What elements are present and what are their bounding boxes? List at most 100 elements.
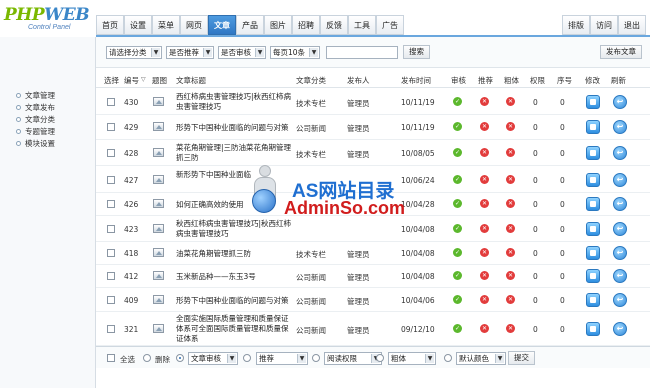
batch-recommend-select[interactable]: 推荐 ▼ bbox=[256, 352, 308, 365]
edit-icon[interactable] bbox=[586, 222, 600, 236]
audit-radio[interactable] bbox=[176, 354, 184, 362]
row-title[interactable]: 油菜花角期管理抓三防 bbox=[176, 249, 294, 259]
permission-radio[interactable] bbox=[312, 354, 320, 362]
search-input[interactable] bbox=[326, 46, 398, 59]
cross-icon[interactable]: ✕ bbox=[506, 248, 515, 257]
check-icon[interactable]: ✓ bbox=[453, 199, 462, 208]
category-select[interactable]: 请选择分类 ▼ bbox=[106, 46, 162, 59]
cross-icon[interactable]: ✕ bbox=[480, 248, 489, 257]
cross-icon[interactable]: ✕ bbox=[506, 148, 515, 157]
edit-icon[interactable] bbox=[586, 197, 600, 211]
batch-permission-select[interactable]: 阅读权限▼ bbox=[324, 352, 382, 365]
delete-radio[interactable] bbox=[143, 354, 151, 362]
tab-tools[interactable]: 工具 bbox=[348, 15, 376, 35]
sidebar-item-module-settings[interactable]: 模块设置 bbox=[16, 137, 55, 149]
cross-icon[interactable]: ✕ bbox=[480, 199, 489, 208]
row-title[interactable]: 全面实施国际质量管理和质量保证体系可全面国际质量管理和质量保证体系 bbox=[176, 314, 294, 344]
tab-articles[interactable]: 文章 bbox=[208, 15, 236, 35]
row-checkbox[interactable] bbox=[107, 200, 115, 208]
recommend-select[interactable]: 是否推荐 ▼ bbox=[166, 46, 214, 59]
row-title[interactable]: 菜花角期管理|三防油菜花角期管理抓三防 bbox=[176, 143, 294, 163]
cross-icon[interactable]: ✕ bbox=[480, 97, 489, 106]
check-icon[interactable]: ✓ bbox=[453, 97, 462, 106]
row-title[interactable]: 形势下中国种业面临的问题与对策 bbox=[176, 296, 294, 306]
check-icon[interactable]: ✓ bbox=[453, 271, 462, 280]
row-title[interactable]: 玉米新品种——东玉3号 bbox=[176, 272, 294, 282]
row-checkbox[interactable] bbox=[107, 296, 115, 304]
col-id[interactable]: 编号 bbox=[124, 75, 139, 86]
batch-bold-select[interactable]: 粗体 ▼ bbox=[388, 352, 436, 365]
cross-icon[interactable]: ✕ bbox=[506, 97, 515, 106]
cross-icon[interactable]: ✕ bbox=[506, 295, 515, 304]
check-icon[interactable]: ✓ bbox=[453, 295, 462, 304]
select-all-checkbox[interactable] bbox=[107, 354, 115, 362]
search-button[interactable]: 搜索 bbox=[403, 45, 430, 59]
check-icon[interactable]: ✓ bbox=[453, 122, 462, 131]
check-icon[interactable]: ✓ bbox=[453, 224, 462, 233]
cross-icon[interactable]: ✕ bbox=[480, 295, 489, 304]
row-checkbox[interactable] bbox=[107, 176, 115, 184]
edit-icon[interactable] bbox=[586, 173, 600, 187]
sort-icon[interactable]: ▽ bbox=[141, 76, 146, 83]
row-checkbox[interactable] bbox=[107, 272, 115, 280]
tab-home[interactable]: 首页 bbox=[96, 15, 124, 35]
cross-icon[interactable]: ✕ bbox=[480, 122, 489, 131]
per-page-select[interactable]: 每页10条 ▼ bbox=[270, 46, 320, 59]
tab-images[interactable]: 图片 bbox=[264, 15, 292, 35]
cross-icon[interactable]: ✕ bbox=[480, 148, 489, 157]
edit-icon[interactable] bbox=[586, 95, 600, 109]
cross-icon[interactable]: ✕ bbox=[480, 324, 489, 333]
row-checkbox[interactable] bbox=[107, 149, 115, 157]
check-icon[interactable]: ✓ bbox=[453, 324, 462, 333]
edit-icon[interactable] bbox=[586, 246, 600, 260]
tab-menu[interactable]: 菜单 bbox=[152, 15, 180, 35]
edit-icon[interactable] bbox=[586, 293, 600, 307]
publish-article-button[interactable]: 发布文章 bbox=[600, 45, 642, 59]
check-icon[interactable]: ✓ bbox=[453, 248, 462, 257]
batch-color-select[interactable]: 默认颜色 ▼ bbox=[456, 352, 506, 365]
cross-icon[interactable]: ✕ bbox=[480, 175, 489, 184]
cross-icon[interactable]: ✕ bbox=[506, 175, 515, 184]
refresh-icon[interactable]: ↩ bbox=[613, 322, 627, 336]
bold-radio[interactable] bbox=[376, 354, 384, 362]
check-icon[interactable]: ✓ bbox=[453, 175, 462, 184]
row-checkbox[interactable] bbox=[107, 225, 115, 233]
row-title[interactable]: 形势下中国种业面临的问题与对策 bbox=[176, 123, 294, 133]
cross-icon[interactable]: ✕ bbox=[506, 122, 515, 131]
check-icon[interactable]: ✓ bbox=[453, 148, 462, 157]
cross-icon[interactable]: ✕ bbox=[480, 271, 489, 280]
row-checkbox[interactable] bbox=[107, 123, 115, 131]
recommend-radio[interactable] bbox=[243, 354, 251, 362]
sidebar-item-topic-manage[interactable]: 专题管理 bbox=[16, 125, 55, 137]
row-checkbox[interactable] bbox=[107, 325, 115, 333]
edit-icon[interactable] bbox=[586, 146, 600, 160]
row-title[interactable]: 新形势下中国种业面临 bbox=[176, 170, 256, 180]
row-checkbox[interactable] bbox=[107, 249, 115, 257]
sidebar-item-article-publish[interactable]: 文章发布 bbox=[16, 101, 55, 113]
cross-icon[interactable]: ✕ bbox=[506, 199, 515, 208]
cross-icon[interactable]: ✕ bbox=[506, 271, 515, 280]
refresh-icon[interactable]: ↩ bbox=[613, 173, 627, 187]
cross-icon[interactable]: ✕ bbox=[506, 324, 515, 333]
edit-icon[interactable] bbox=[586, 269, 600, 283]
sidebar-item-article-category[interactable]: 文章分类 bbox=[16, 113, 55, 125]
cross-icon[interactable]: ✕ bbox=[480, 224, 489, 233]
color-radio[interactable] bbox=[444, 354, 452, 362]
edit-icon[interactable] bbox=[586, 120, 600, 134]
row-checkbox[interactable] bbox=[107, 98, 115, 106]
submit-button[interactable]: 提交 bbox=[508, 351, 535, 365]
refresh-icon[interactable]: ↩ bbox=[613, 246, 627, 260]
visit-button[interactable]: 访问 bbox=[590, 15, 618, 35]
tab-ads[interactable]: 广告 bbox=[376, 15, 404, 35]
refresh-icon[interactable]: ↩ bbox=[613, 293, 627, 307]
cross-icon[interactable]: ✕ bbox=[506, 224, 515, 233]
tab-products[interactable]: 产品 bbox=[236, 15, 264, 35]
layout-button[interactable]: 排版 bbox=[562, 15, 590, 35]
tab-pages[interactable]: 网页 bbox=[180, 15, 208, 35]
row-title[interactable]: 西红柿病虫害管理技巧|秋西红柿病虫害管理技巧 bbox=[176, 92, 294, 112]
tab-jobs[interactable]: 招聘 bbox=[292, 15, 320, 35]
refresh-icon[interactable]: ↩ bbox=[613, 120, 627, 134]
edit-icon[interactable] bbox=[586, 322, 600, 336]
refresh-icon[interactable]: ↩ bbox=[613, 269, 627, 283]
audit-select[interactable]: 是否审核 ▼ bbox=[218, 46, 266, 59]
